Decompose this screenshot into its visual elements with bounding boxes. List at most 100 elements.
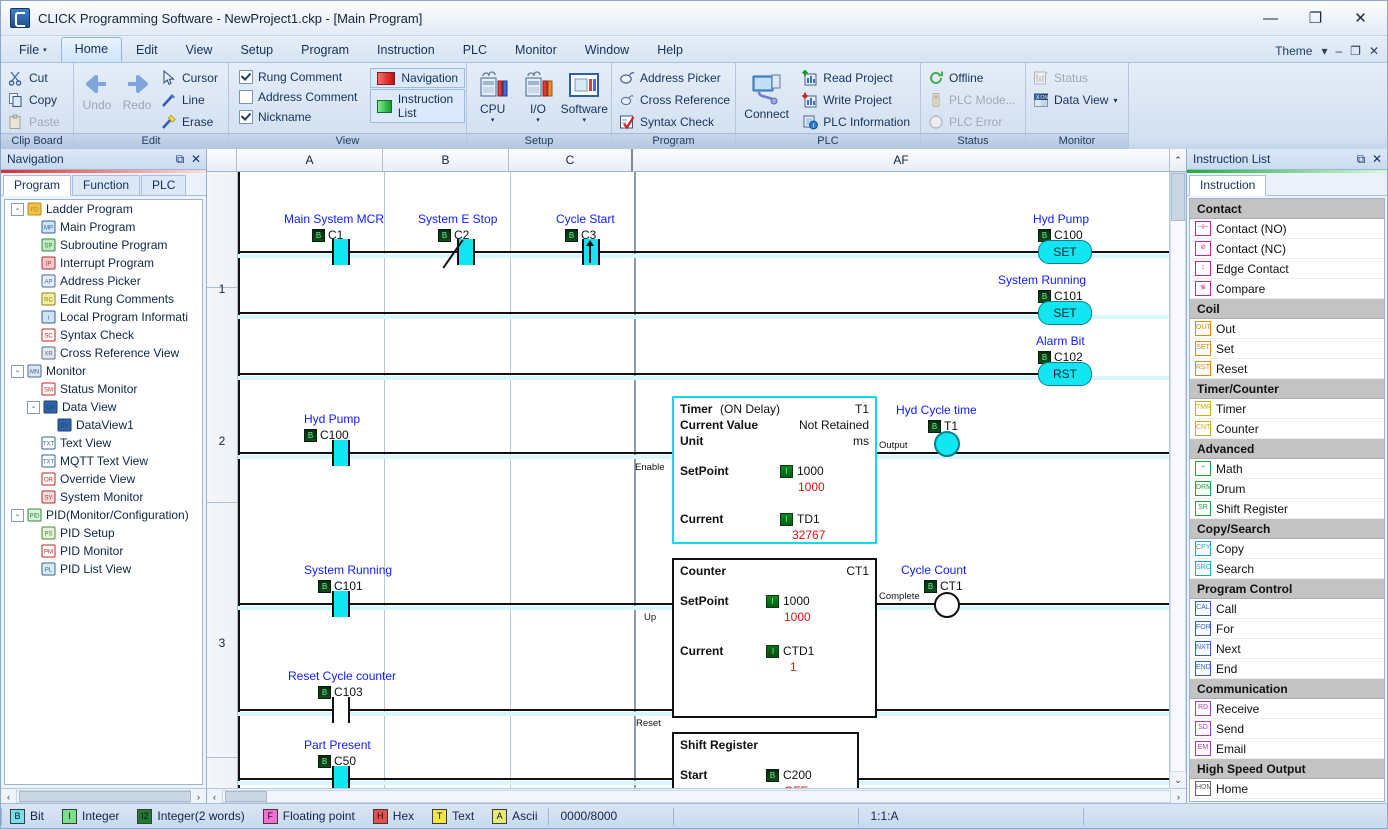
data-view-button[interactable]: XON Data View ▾: [1029, 89, 1125, 111]
pin-icon[interactable]: ⧉: [1353, 151, 1369, 167]
syntax-check-button[interactable]: Syntax Check: [615, 111, 737, 133]
close-icon[interactable]: ✕: [188, 151, 204, 167]
counter-output-coil[interactable]: [934, 592, 960, 618]
write-project-button[interactable]: Write Project: [798, 89, 917, 111]
ladder-vscrollbar[interactable]: ⌄: [1169, 172, 1186, 788]
instruction-list-items[interactable]: Contact⊣⊢Contact (NO)⊘Contact (NC)↕Edge …: [1189, 198, 1385, 802]
maximize-button[interactable]: ❐: [1293, 3, 1338, 33]
timer-output-coil[interactable]: [934, 431, 960, 457]
tree-item-pid-setup[interactable]: PSPID Setup: [5, 524, 202, 542]
contact-c103[interactable]: [333, 697, 349, 723]
column-header-c[interactable]: C: [509, 149, 633, 171]
instruction-item-counter[interactable]: CNTCounter: [1190, 419, 1384, 439]
coil-rst-c102[interactable]: RST: [1038, 362, 1092, 386]
instruction-item-compare[interactable]: ≶Compare: [1190, 279, 1384, 299]
connect-button[interactable]: Connect: [739, 66, 794, 121]
cross-reference-button[interactable]: Cross Reference: [615, 89, 737, 111]
read-project-button[interactable]: Read Project: [798, 67, 917, 89]
menu-item-view[interactable]: View: [172, 38, 227, 62]
status-monitor-button[interactable]: Status: [1029, 67, 1125, 89]
tab-plc[interactable]: PLC: [141, 175, 186, 195]
erase-tool-button[interactable]: Erase: [157, 111, 225, 133]
navigation-toggle-button[interactable]: Navigation: [370, 68, 465, 88]
rung-comment-checkbox[interactable]: Rung Comment: [235, 67, 364, 87]
instruction-item-reset[interactable]: RSTReset: [1190, 359, 1384, 379]
tree-item-main-program[interactable]: MPMain Program: [5, 218, 202, 236]
close-button[interactable]: ✕: [1338, 3, 1383, 33]
tree-expander-icon[interactable]: -: [11, 509, 24, 522]
scroll-right-icon[interactable]: ›: [191, 792, 206, 802]
menu-item-setup[interactable]: Setup: [226, 38, 287, 62]
instruction-item-shift-register[interactable]: SRShift Register: [1190, 499, 1384, 519]
tree-item-mqtt-text-view[interactable]: TXTMQTT Text View: [5, 452, 202, 470]
instruction-item-copy[interactable]: CPYCopy: [1190, 539, 1384, 559]
address-picker-button[interactable]: Address Picker: [615, 67, 737, 89]
menu-item-file[interactable]: File▾: [5, 38, 61, 62]
io-setup-button[interactable]: I/O ▾: [515, 67, 560, 124]
software-setup-button[interactable]: Software ▾: [561, 67, 608, 124]
undo-icon[interactable]: [80, 70, 114, 98]
tree-item-data-view[interactable]: -DVData View: [5, 398, 202, 416]
tree-item-subroutine-program[interactable]: SPSubroutine Program: [5, 236, 202, 254]
mdi-restore-button[interactable]: ❐: [1346, 44, 1365, 58]
ladder-diagram[interactable]: Main System MCR C1 System E Stop C2: [238, 172, 1169, 788]
tree-item-cross-reference-view[interactable]: XRCross Reference View: [5, 344, 202, 362]
scroll-right-icon[interactable]: ›: [1171, 792, 1186, 802]
close-icon[interactable]: ✕: [1369, 151, 1385, 167]
redo-icon[interactable]: [120, 70, 154, 98]
menu-item-help[interactable]: Help: [643, 38, 697, 62]
line-tool-button[interactable]: Line: [157, 89, 225, 111]
scroll-up-icon[interactable]: ⌃: [1170, 149, 1186, 171]
tree-item-interrupt-program[interactable]: IPInterrupt Program: [5, 254, 202, 272]
tree-item-monitor[interactable]: -MNMonitor: [5, 362, 202, 380]
vscroll-thumb[interactable]: [1171, 173, 1185, 221]
instruction-item-next[interactable]: NXTNext: [1190, 639, 1384, 659]
tab-function[interactable]: Function: [72, 175, 140, 195]
tree-item-local-program-informati[interactable]: iLocal Program Informati: [5, 308, 202, 326]
tab-instruction[interactable]: Instruction: [1189, 175, 1266, 196]
timer-instruction-block[interactable]: Timer (ON Delay) T1 Current Value Not Re…: [672, 396, 877, 544]
column-header-a[interactable]: A: [237, 149, 383, 171]
tab-program[interactable]: Program: [3, 175, 71, 196]
tree-expander-icon[interactable]: -: [11, 365, 24, 378]
contact-c1[interactable]: [333, 239, 349, 265]
instruction-item-email[interactable]: EMEmail: [1190, 739, 1384, 759]
instruction-item-send[interactable]: SDSend: [1190, 719, 1384, 739]
counter-instruction-block[interactable]: Counter CT1 SetPoint 1000 1000 Current C…: [672, 558, 877, 718]
tree-item-text-view[interactable]: TXTText View: [5, 434, 202, 452]
tree-item-address-picker[interactable]: APAddress Picker: [5, 272, 202, 290]
instruction-item-velocity-move[interactable]: VELVelocity Move: [1190, 799, 1384, 802]
mdi-close-button[interactable]: ✕: [1365, 44, 1383, 58]
theme-button[interactable]: Theme: [1270, 43, 1317, 59]
menu-item-home[interactable]: Home: [61, 37, 122, 62]
theme-chevron-down-icon[interactable]: ▾: [1317, 44, 1331, 58]
shift-register-instruction-block[interactable]: Shift Register Start C200 OFF: [672, 732, 859, 788]
instruction-item-contact-nc[interactable]: ⊘Contact (NC): [1190, 239, 1384, 259]
coil-set-c101[interactable]: SET: [1038, 301, 1092, 325]
offline-button[interactable]: Offline: [924, 67, 1023, 89]
menu-item-instruction[interactable]: Instruction: [363, 38, 449, 62]
coil-set-c100[interactable]: SET: [1038, 240, 1092, 264]
instruction-item-out[interactable]: OUTOut: [1190, 319, 1384, 339]
tree-item-syntax-check[interactable]: SCSyntax Check: [5, 326, 202, 344]
instruction-item-home[interactable]: HOMHome: [1190, 779, 1384, 799]
vscroll-track[interactable]: [1170, 172, 1186, 772]
hscroll-thumb[interactable]: [225, 791, 267, 802]
instruction-item-end[interactable]: ENDEnd: [1190, 659, 1384, 679]
tree-item-edit-rung-comments[interactable]: RCEdit Rung Comments: [5, 290, 202, 308]
scroll-left-icon[interactable]: ‹: [207, 792, 222, 802]
plc-mode-button[interactable]: PLC Mode...: [924, 89, 1023, 111]
tree-expander-icon[interactable]: -: [11, 203, 24, 216]
scroll-down-icon[interactable]: ⌄: [1170, 772, 1186, 788]
menu-item-window[interactable]: Window: [571, 38, 643, 62]
pin-icon[interactable]: ⧉: [172, 151, 188, 167]
navigation-tree[interactable]: -FDLadder ProgramMPMain ProgramSPSubrout…: [4, 199, 203, 785]
instruction-item-receive[interactable]: RDReceive: [1190, 699, 1384, 719]
contact-c3[interactable]: [583, 239, 599, 265]
instruction-item-timer[interactable]: TMRTimer: [1190, 399, 1384, 419]
cpu-setup-button[interactable]: CPU ▾: [470, 67, 515, 124]
cursor-tool-button[interactable]: Cursor: [157, 67, 225, 89]
cut-button[interactable]: Cut: [4, 67, 67, 89]
contact-c50[interactable]: [333, 766, 349, 788]
column-header-b[interactable]: B: [383, 149, 509, 171]
